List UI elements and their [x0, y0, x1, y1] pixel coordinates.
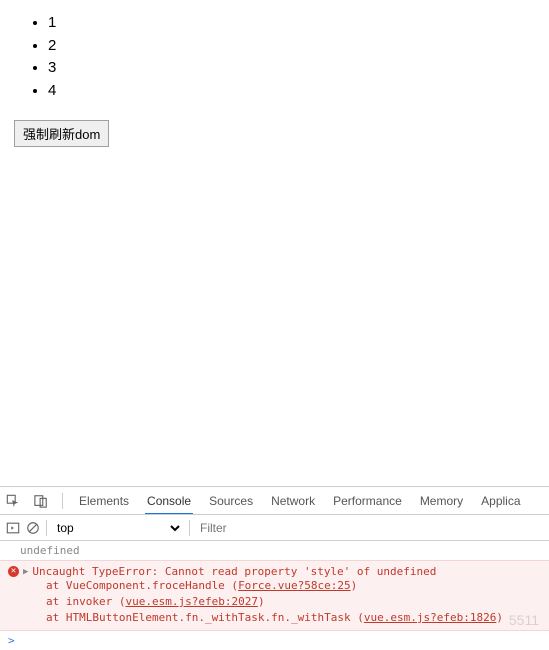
- console-prompt[interactable]: >: [0, 631, 549, 650]
- list-item: 4: [48, 80, 541, 103]
- trace-line: at invoker (vue.esm.js?efeb:2027): [46, 594, 541, 610]
- list-item: 2: [48, 35, 541, 58]
- list-item: 1: [48, 12, 541, 35]
- tab-sources[interactable]: Sources: [207, 487, 255, 515]
- tab-console[interactable]: Console: [145, 487, 193, 515]
- context-select[interactable]: top: [53, 520, 183, 536]
- divider: [189, 520, 190, 536]
- console-subbar: top: [0, 515, 549, 541]
- console-body: undefined ✕ ▶ Uncaught TypeError: Cannot…: [0, 541, 549, 650]
- tab-application[interactable]: Applica: [479, 487, 522, 515]
- trace-line: at VueComponent.froceHandle (Force.vue?5…: [46, 578, 541, 594]
- divider: [46, 520, 47, 536]
- error-icon: ✕: [8, 566, 19, 577]
- source-link[interactable]: vue.esm.js?efeb:1826: [364, 611, 496, 624]
- divider: [62, 493, 63, 509]
- tab-memory[interactable]: Memory: [418, 487, 465, 515]
- clear-console-icon[interactable]: [26, 521, 40, 535]
- tab-elements[interactable]: Elements: [77, 487, 131, 515]
- tab-network[interactable]: Network: [269, 487, 317, 515]
- force-refresh-button[interactable]: 强制刷新dom: [14, 120, 109, 147]
- item-list: 1 2 3 4: [8, 12, 541, 102]
- console-log-undefined: undefined: [0, 541, 549, 560]
- inspect-icon[interactable]: [6, 494, 20, 508]
- devtools-toolbar: Elements Console Sources Network Perform…: [0, 487, 549, 515]
- page-content: 1 2 3 4 强制刷新dom: [0, 0, 549, 486]
- filter-input[interactable]: [196, 519, 543, 537]
- tab-performance[interactable]: Performance: [331, 487, 404, 515]
- source-link[interactable]: Force.vue?58ce:25: [238, 579, 351, 592]
- list-item: 3: [48, 57, 541, 80]
- console-error: ✕ ▶ Uncaught TypeError: Cannot read prop…: [0, 560, 549, 631]
- device-toggle-icon[interactable]: [34, 494, 48, 508]
- error-message: Uncaught TypeError: Cannot read property…: [32, 565, 436, 578]
- source-link[interactable]: vue.esm.js?efeb:2027: [125, 595, 257, 608]
- devtools-panel: Elements Console Sources Network Perform…: [0, 486, 549, 650]
- sidebar-toggle-icon[interactable]: [6, 521, 20, 535]
- caret-right-icon[interactable]: ▶: [23, 567, 28, 577]
- stack-trace: at VueComponent.froceHandle (Force.vue?5…: [8, 578, 541, 626]
- trace-line: at HTMLButtonElement.fn._withTask.fn._wi…: [46, 610, 541, 626]
